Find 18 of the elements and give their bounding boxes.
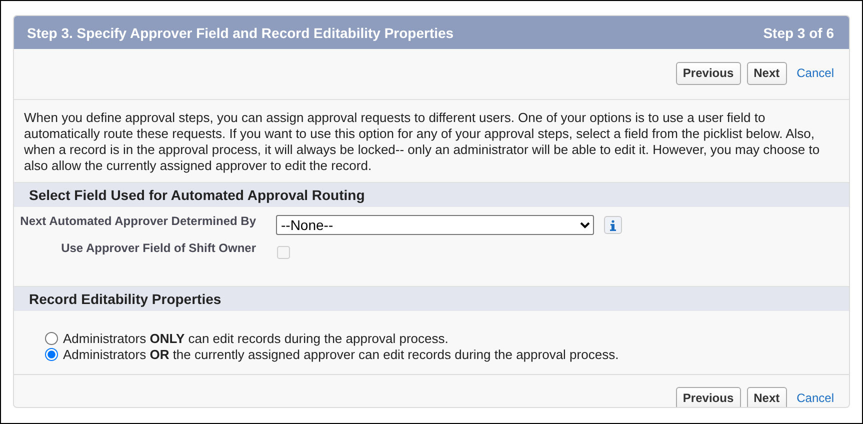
next-button[interactable]: Next bbox=[746, 62, 787, 84]
option-label: Administrators OR the currently assigned approver can edit records during the approval process. bbox=[63, 346, 619, 362]
radio-button[interactable] bbox=[45, 332, 58, 344]
info-icon[interactable] bbox=[604, 216, 622, 234]
option-label: Administrators ONLY can edit records during the approval process. bbox=[63, 330, 448, 346]
step-counter: Step 3 of 6 bbox=[763, 24, 834, 40]
previous-button[interactable]: Previous bbox=[676, 62, 741, 84]
cancel-link[interactable]: Cancel bbox=[796, 391, 834, 405]
wizard-title: Step 3. Specify Approver Field and Record Editability Properties bbox=[27, 24, 454, 40]
cancel-link[interactable]: Cancel bbox=[796, 66, 834, 80]
radio-button[interactable] bbox=[45, 348, 58, 360]
section-title: Select Field Used for Automated Approval Routing bbox=[29, 187, 365, 203]
previous-button[interactable]: Previous bbox=[676, 386, 741, 407]
next-button[interactable]: Next bbox=[746, 386, 787, 407]
approver-dropdown[interactable]: --None-- bbox=[276, 215, 594, 235]
field-label: Use Approver Field of Shift Owner bbox=[60, 241, 257, 255]
section-title: Record Editability Properties bbox=[29, 291, 222, 307]
field-label: Next Automated Approver Determined By bbox=[19, 214, 257, 228]
